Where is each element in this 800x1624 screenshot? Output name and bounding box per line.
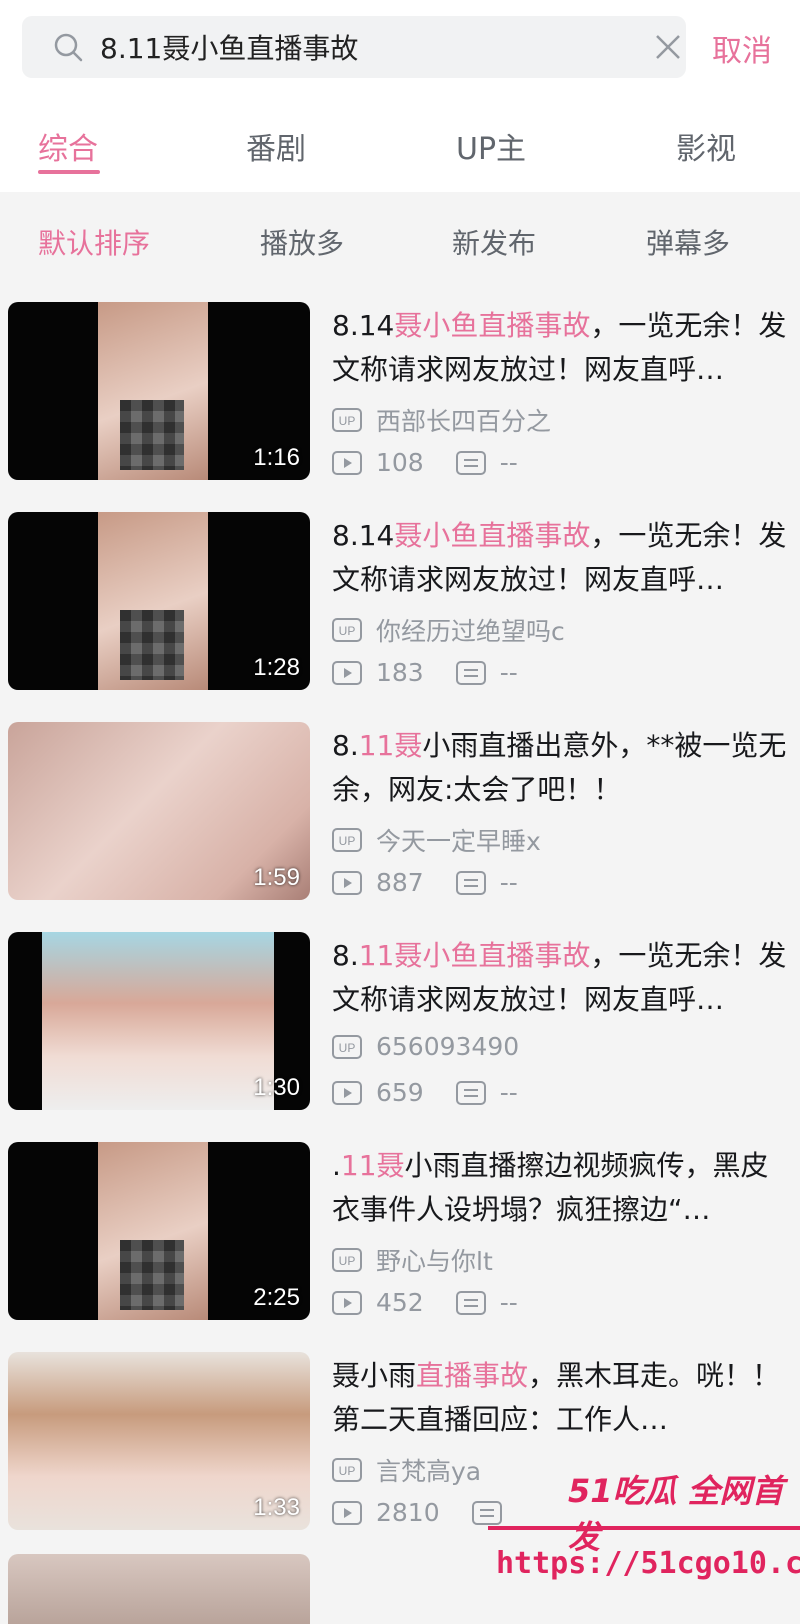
video-card[interactable]: 1:30 8.11聂小鱼直播事故，一览无余！发文称请求网友放过！网友直呼… UP… bbox=[0, 932, 800, 1112]
mosaic-blur bbox=[120, 610, 184, 680]
tab-all[interactable]: 综合 bbox=[38, 124, 98, 168]
up-badge-icon: UP bbox=[332, 618, 362, 642]
svg-text:UP: UP bbox=[339, 1464, 356, 1478]
mosaic-blur bbox=[120, 400, 184, 470]
search-icon bbox=[54, 33, 83, 62]
play-count: 887 bbox=[376, 868, 424, 897]
play-count: 659 bbox=[376, 1078, 424, 1107]
video-title[interactable]: 8.11聂小雨直播出意外，**被一览无余，网友:太会了吧！！ bbox=[332, 724, 792, 812]
uploader-name: 野心与你lt bbox=[376, 1247, 493, 1276]
play-count-icon bbox=[332, 1290, 362, 1315]
video-thumbnail-partial[interactable] bbox=[8, 1554, 310, 1624]
video-title[interactable]: 8.14聂小鱼直播事故，一览无余！发文称请求网友放过！网友直呼… bbox=[332, 514, 792, 602]
danmaku-count-icon bbox=[455, 1290, 486, 1315]
uploader-name: 西部长四百分之 bbox=[376, 407, 552, 436]
stats-row: 887 -- bbox=[332, 868, 518, 897]
uploader-row[interactable]: UP 言梵高ya bbox=[332, 1452, 481, 1488]
video-duration: 1:59 bbox=[253, 864, 300, 891]
svg-text:UP: UP bbox=[339, 1254, 356, 1268]
video-thumbnail[interactable]: 1:16 bbox=[8, 302, 310, 480]
sort-most-played[interactable]: 播放多 bbox=[260, 222, 344, 262]
sort-bar: 默认排序 播放多 新发布 弹幕多 bbox=[0, 192, 800, 286]
tab-film[interactable]: 影视 bbox=[676, 124, 736, 168]
play-count-icon bbox=[332, 870, 362, 895]
video-thumbnail[interactable]: 2:25 bbox=[8, 1142, 310, 1320]
video-thumbnail[interactable]: 1:28 bbox=[8, 512, 310, 690]
video-title[interactable]: 聂小雨直播事故，黑木耳走。咣！！ 第二天直播回应：工作人… bbox=[332, 1354, 792, 1442]
play-count-icon bbox=[332, 450, 362, 475]
danmaku-count-icon bbox=[455, 1080, 486, 1105]
tab-up[interactable]: UP主 bbox=[456, 124, 526, 168]
svg-text:UP: UP bbox=[339, 1041, 356, 1055]
search-header: 取消 bbox=[0, 0, 800, 96]
sort-default[interactable]: 默认排序 bbox=[38, 222, 150, 262]
play-count: 452 bbox=[376, 1288, 424, 1317]
watermark-slogan: 51吃瓜 全网首发 bbox=[568, 1472, 784, 1556]
search-box[interactable] bbox=[22, 16, 686, 78]
up-badge-icon: UP bbox=[332, 828, 362, 852]
danmaku-count-icon bbox=[455, 660, 486, 685]
uploader-row[interactable]: UP 656093490 bbox=[332, 1032, 519, 1061]
uploader-name: 656093490 bbox=[376, 1032, 520, 1061]
clear-icon[interactable] bbox=[654, 33, 682, 61]
stats-row: 659 -- bbox=[332, 1078, 518, 1107]
video-duration: 1:33 bbox=[253, 1494, 300, 1521]
video-title[interactable]: .11聂小雨直播擦边视频疯传，黑皮衣事件人设坍塌？疯狂擦边“… bbox=[332, 1144, 792, 1232]
stats-row: 108 -- bbox=[332, 448, 518, 477]
video-card[interactable]: 1:16 8.14聂小鱼直播事故，一览无余！发文称请求网友放过！网友直呼… UP… bbox=[0, 302, 800, 482]
video-title[interactable]: 8.11聂小鱼直播事故，一览无余！发文称请求网友放过！网友直呼… bbox=[332, 934, 792, 1022]
uploader-row[interactable]: UP 你经历过绝望吗c bbox=[332, 612, 565, 648]
site-watermark: 51吃瓜 全网首发 https://51cgo10.com bbox=[488, 1464, 800, 1624]
play-count: 2810 bbox=[376, 1498, 440, 1527]
video-duration: 1:28 bbox=[253, 654, 300, 681]
tab-bangumi[interactable]: 番剧 bbox=[246, 124, 306, 168]
uploader-name: 今天一定早睡x bbox=[376, 827, 541, 856]
up-badge-icon: UP bbox=[332, 1034, 362, 1059]
uploader-row[interactable]: UP 野心与你lt bbox=[332, 1242, 493, 1278]
category-tabs: 综合 番剧 UP主 影视 bbox=[0, 96, 800, 192]
uploader-name: 你经历过绝望吗c bbox=[376, 617, 565, 646]
uploader-row[interactable]: UP 今天一定早睡x bbox=[332, 822, 541, 858]
up-badge-icon: UP bbox=[332, 1248, 362, 1272]
sort-newest[interactable]: 新发布 bbox=[452, 222, 536, 262]
up-badge-icon: UP bbox=[332, 408, 362, 432]
danmaku-count: -- bbox=[499, 658, 518, 687]
video-thumbnail[interactable]: 1:59 bbox=[8, 722, 310, 900]
video-thumbnail[interactable]: 1:30 bbox=[8, 932, 310, 1110]
video-duration: 2:25 bbox=[253, 1284, 300, 1311]
video-duration: 1:30 bbox=[253, 1074, 300, 1101]
svg-text:UP: UP bbox=[339, 624, 356, 638]
svg-text:UP: UP bbox=[339, 414, 356, 428]
active-tab-indicator bbox=[38, 170, 100, 174]
danmaku-count: -- bbox=[499, 1078, 518, 1107]
video-card[interactable]: 1:59 8.11聂小雨直播出意外，**被一览无余，网友:太会了吧！！ UP 今… bbox=[0, 722, 800, 902]
video-card[interactable]: 2:25 .11聂小雨直播擦边视频疯传，黑皮衣事件人设坍塌？疯狂擦边“… UP … bbox=[0, 1142, 800, 1322]
video-card[interactable]: 1:28 8.14聂小鱼直播事故，一览无余！发文称请求网友放过！网友直呼… UP… bbox=[0, 512, 800, 692]
video-title[interactable]: 8.14聂小鱼直播事故，一览无余！发文称请求网友放过！网友直呼… bbox=[332, 304, 792, 392]
video-thumbnail[interactable]: 1:33 bbox=[8, 1352, 310, 1530]
danmaku-count: -- bbox=[499, 448, 518, 477]
play-count: 183 bbox=[376, 658, 424, 687]
sort-most-danmaku[interactable]: 弹幕多 bbox=[646, 222, 730, 262]
play-count-icon bbox=[332, 1500, 362, 1525]
stats-row: 183 -- bbox=[332, 658, 518, 687]
svg-text:UP: UP bbox=[339, 834, 356, 848]
search-input[interactable] bbox=[100, 16, 620, 78]
watermark-url: https://51cgo10.com bbox=[496, 1546, 800, 1581]
danmaku-count-icon bbox=[455, 870, 486, 895]
watermark-divider bbox=[488, 1526, 800, 1530]
video-duration: 1:16 bbox=[253, 444, 300, 471]
danmaku-count-icon bbox=[455, 450, 486, 475]
uploader-name: 言梵高ya bbox=[376, 1457, 482, 1486]
cancel-button[interactable]: 取消 bbox=[712, 26, 772, 70]
play-count-icon bbox=[332, 660, 362, 685]
play-count-icon bbox=[332, 1080, 362, 1105]
up-badge-icon: UP bbox=[332, 1458, 362, 1482]
play-count: 108 bbox=[376, 448, 424, 477]
danmaku-count: -- bbox=[499, 868, 518, 897]
stats-row: 452 -- bbox=[332, 1288, 518, 1317]
danmaku-count: -- bbox=[499, 1288, 518, 1317]
mosaic-blur bbox=[120, 1240, 184, 1310]
uploader-row[interactable]: UP 西部长四百分之 bbox=[332, 402, 551, 438]
